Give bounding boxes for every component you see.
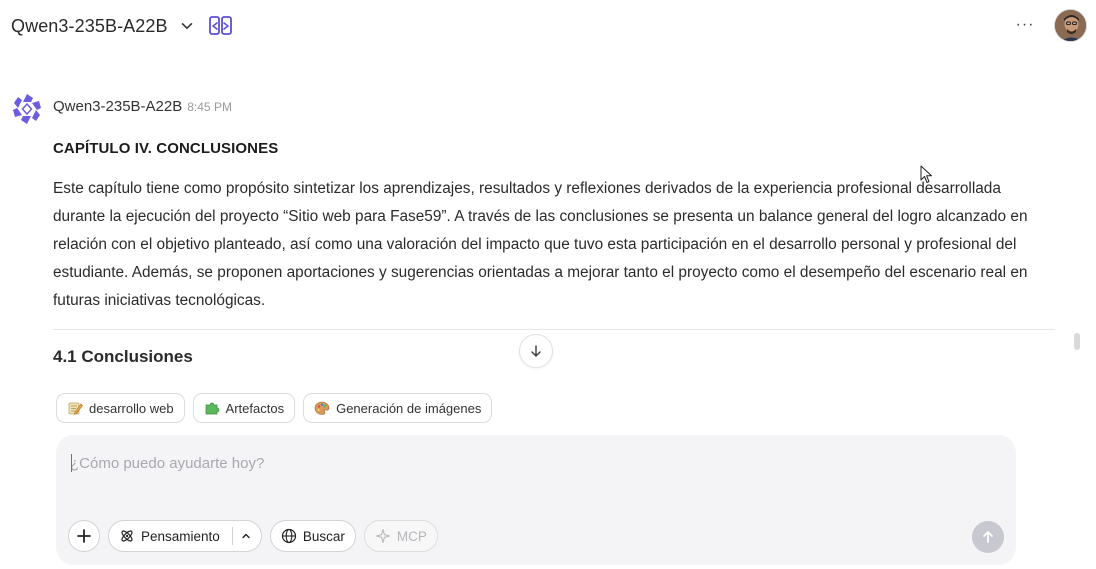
model-name: Qwen3-235B-A22B [11, 15, 168, 36]
message-timestamp: 8:45 PM [187, 100, 232, 114]
chevron-up-icon[interactable] [241, 531, 251, 541]
chapter-paragraph: Este capítulo tiene como propósito sinte… [53, 180, 1028, 309]
user-avatar[interactable] [1054, 9, 1087, 42]
chapter-title: CAPÍTULO IV. CONCLUSIONES [53, 140, 279, 157]
message-author: Qwen3-235B-A22B [53, 98, 183, 115]
suggestion-chips: desarrollo web Artefactos Generación de … [56, 393, 493, 423]
section-heading: 4.1 Conclusiones [53, 347, 193, 366]
puzzle-icon [205, 402, 219, 415]
mcp-toggle[interactable]: MCP [363, 520, 438, 552]
add-attachment-button[interactable] [68, 520, 100, 552]
suggestion-chip-artefactos[interactable]: Artefactos [192, 393, 296, 423]
globe-icon [281, 528, 296, 544]
more-icon: ··· [1015, 16, 1035, 33]
pill-separator [231, 527, 233, 545]
sparkle-icon [375, 528, 390, 544]
compare-models-icon[interactable] [208, 13, 234, 39]
message-header: Qwen3-235B-A22B 8:45 PM [53, 98, 232, 115]
arrow-up-icon [983, 531, 993, 543]
atom-icon [121, 530, 133, 542]
composer-tools: Pensamiento Buscar MCP [68, 520, 438, 552]
search-label: Buscar [302, 528, 345, 544]
text-caret [71, 454, 72, 472]
mouse-cursor-icon [920, 165, 932, 183]
search-toggle[interactable]: Buscar [269, 520, 356, 552]
suggestion-chip-generacion-imagenes[interactable]: Generación de imágenes [303, 393, 493, 423]
chevron-down-icon [181, 23, 192, 29]
mcp-label: MCP [396, 528, 427, 544]
arrow-down-icon [531, 345, 541, 357]
chip-label: Artefactos [225, 400, 285, 416]
plus-icon [77, 529, 91, 543]
thinking-label: Pensamiento [141, 528, 220, 544]
memo-pencil-icon [68, 402, 83, 415]
chip-label: Generación de imágenes [336, 400, 482, 416]
palette-icon [314, 401, 330, 415]
send-button[interactable] [972, 521, 1004, 553]
avatar-image [1055, 10, 1086, 41]
scrollbar-thumb[interactable] [1074, 333, 1080, 350]
suggestion-chip-desarrollo-web[interactable]: desarrollo web [56, 393, 185, 423]
scroll-to-bottom-button[interactable] [519, 334, 553, 368]
message-content: CAPÍTULO IV. CONCLUSIONES Este capítulo … [53, 140, 1056, 315]
prompt-input[interactable] [70, 451, 970, 475]
more-options-button[interactable]: ··· [1012, 12, 1038, 38]
horizontal-divider [53, 329, 1055, 330]
chip-label: desarrollo web [89, 400, 174, 416]
model-selector[interactable]: Qwen3-235B-A22B [11, 14, 194, 38]
thinking-toggle[interactable]: Pensamiento [108, 520, 262, 552]
top-bar: Qwen3-235B-A22B ··· [0, 0, 1096, 52]
composer: Pensamiento Buscar MCP [56, 435, 1016, 565]
qwen-logo-icon [13, 94, 41, 124]
